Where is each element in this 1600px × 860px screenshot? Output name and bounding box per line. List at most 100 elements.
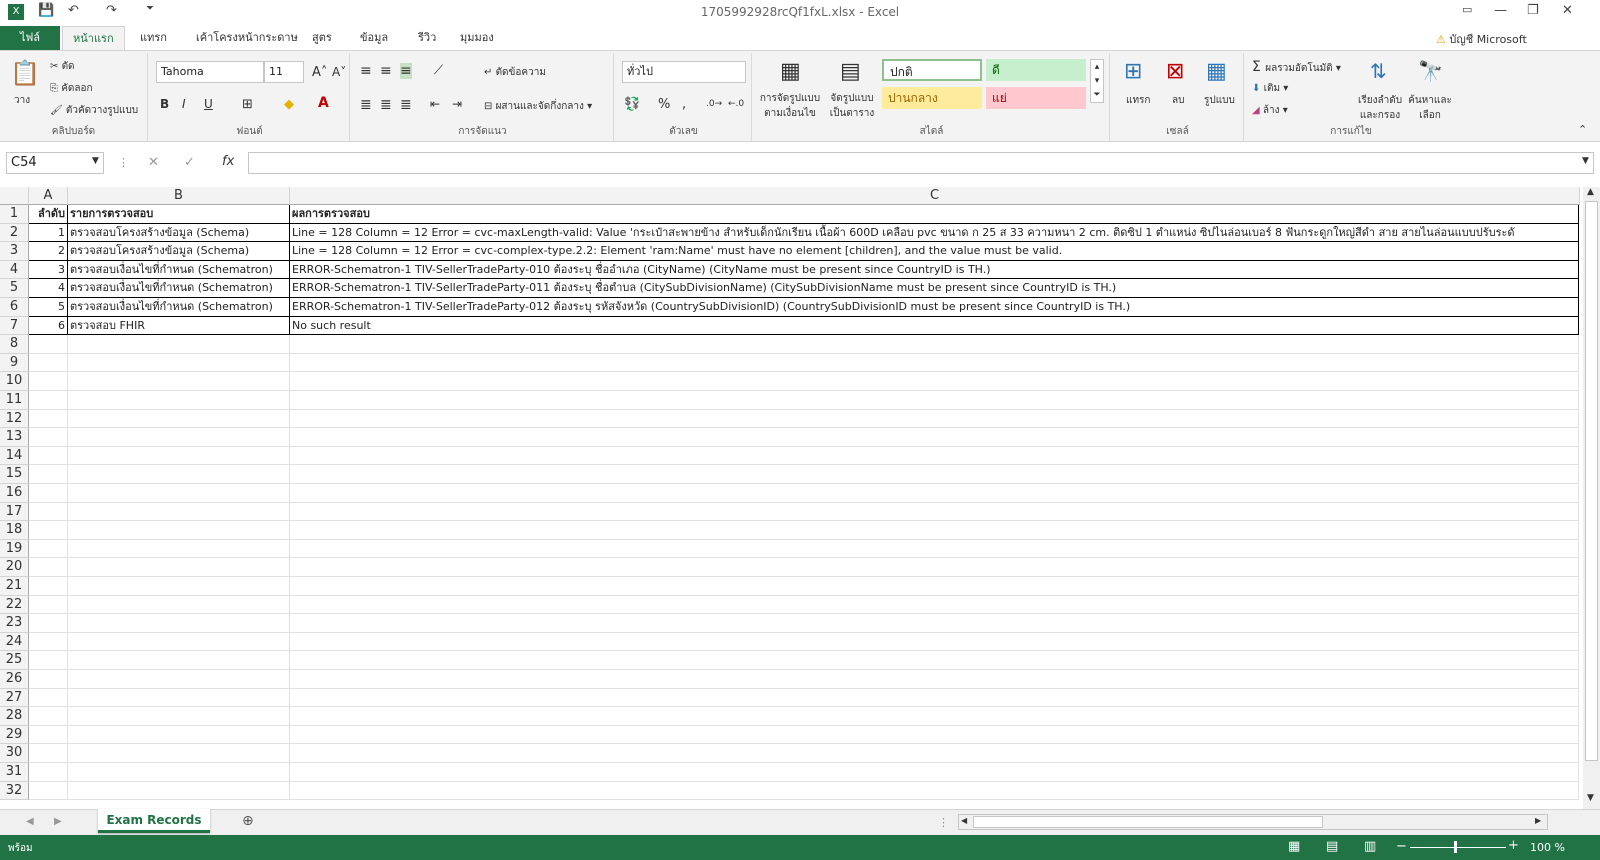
table-row[interactable] [29, 558, 1579, 577]
page-layout-view-icon[interactable]: ▤ [1326, 839, 1338, 854]
cell-b[interactable] [68, 446, 290, 465]
select-all-corner[interactable] [0, 187, 29, 205]
cell-b[interactable] [68, 335, 290, 354]
row-header[interactable]: 6 [0, 298, 29, 317]
row-header[interactable]: 29 [0, 725, 29, 745]
cell-a[interactable]: 1 [29, 223, 68, 242]
insert-cells-icon[interactable]: ⊞ [1124, 59, 1142, 84]
horizontal-scrollbar[interactable]: ◀ ▶ [958, 814, 1548, 830]
cell-c[interactable] [290, 614, 1579, 633]
table-row[interactable] [29, 763, 1579, 782]
table-row[interactable] [29, 577, 1579, 596]
insert-cells-button[interactable]: แทรก [1126, 93, 1150, 108]
copy-button[interactable]: ⎘ คัดลอก [50, 81, 93, 96]
row-header[interactable]: 11 [0, 391, 29, 410]
clear-button[interactable]: ◢ ล้าง ▾ [1252, 103, 1288, 118]
sheet-tab-exam-records[interactable]: Exam Records [98, 809, 210, 833]
table-row[interactable] [29, 744, 1579, 763]
italic-button[interactable]: I [182, 97, 186, 111]
row-header[interactable]: 28 [0, 707, 29, 726]
find-select-button[interactable]: ค้นหาและเลือก [1406, 93, 1454, 123]
zoom-out-icon[interactable]: − [1396, 839, 1407, 854]
table-row[interactable] [29, 539, 1579, 559]
cell-c[interactable] [290, 725, 1579, 744]
cell-b[interactable] [68, 372, 290, 391]
cell-c[interactable]: Line = 128 Column = 12 Error = cvc-compl… [290, 242, 1579, 261]
cell-b[interactable]: ตรวจสอบเงื่อนไขที่กำหนด (Schematron) [68, 260, 290, 279]
decrease-font-icon[interactable]: A˅ [332, 65, 346, 79]
table-row[interactable] [29, 670, 1579, 689]
currency-icon[interactable]: 💱 [624, 97, 640, 112]
table-row[interactable] [29, 651, 1579, 670]
table-row[interactable]: 4 ตรวจสอบเงื่อนไขที่กำหนด (Schematron) E… [29, 279, 1579, 298]
cell-a[interactable] [29, 707, 68, 726]
cell-b[interactable] [68, 539, 290, 558]
cell-c[interactable] [290, 632, 1579, 651]
cell-a[interactable] [29, 465, 68, 484]
add-sheet-icon[interactable]: ⊕ [242, 813, 254, 829]
font-color-icon[interactable]: A [318, 95, 329, 111]
row-header[interactable]: 5 [0, 279, 29, 298]
cell-c[interactable]: ERROR-Schematron-1 TIV-SellerTradeParty-… [290, 260, 1579, 279]
row-header[interactable]: 16 [0, 484, 29, 503]
row-header[interactable]: 4 [0, 260, 29, 280]
cell-a[interactable] [29, 558, 68, 577]
table-row[interactable]: 5 ตรวจสอบเงื่อนไขที่กำหนด (Schematron) E… [29, 298, 1579, 317]
table-row[interactable] [29, 409, 1579, 429]
decrease-decimal-icon[interactable]: ←.0 [728, 99, 744, 109]
minimize-icon[interactable]: — [1494, 3, 1507, 21]
cell-a[interactable] [29, 577, 68, 595]
row-header[interactable]: 12 [0, 409, 29, 429]
cell-b[interactable] [68, 465, 290, 484]
cell-c[interactable] [290, 595, 1579, 614]
vertical-scroll-thumb[interactable] [1585, 201, 1598, 761]
comma-button[interactable]: , [682, 97, 686, 112]
cell-b[interactable] [68, 670, 290, 688]
cell-b[interactable] [68, 558, 290, 577]
style-good[interactable]: ดี [986, 59, 1086, 81]
font-name-select[interactable]: Tahoma [156, 61, 264, 83]
scroll-left-icon[interactable]: ◀ [961, 816, 967, 825]
cell-c[interactable] [290, 428, 1579, 447]
fill-color-icon[interactable]: ◆ [284, 97, 294, 112]
table-row[interactable] [29, 781, 1579, 801]
bold-button[interactable]: B [160, 97, 169, 111]
tab-review[interactable]: รีวิว [408, 26, 446, 50]
underline-button[interactable]: U [204, 97, 213, 111]
cell-b[interactable] [68, 595, 290, 614]
cell-c[interactable] [290, 521, 1579, 540]
cell-b[interactable] [68, 428, 290, 447]
cell-c[interactable]: ผลการตรวจสอบ [290, 205, 1579, 223]
cell-c[interactable] [290, 353, 1579, 372]
cell-a[interactable]: 6 [29, 316, 68, 335]
cell-c[interactable] [290, 335, 1579, 354]
row-header[interactable]: 22 [0, 595, 29, 615]
cell-b[interactable] [68, 391, 290, 409]
cell-b[interactable] [68, 353, 290, 372]
cell-c[interactable] [290, 502, 1579, 521]
style-neutral[interactable]: ปานกลาง [882, 87, 982, 109]
name-box-dropdown-icon[interactable]: ▼ [92, 156, 99, 166]
cell-a[interactable] [29, 744, 68, 763]
column-header-b[interactable]: B [68, 187, 290, 205]
normal-view-icon[interactable]: ▦ [1288, 839, 1300, 854]
tab-home[interactable]: หน้าแรก [62, 26, 125, 50]
table-row[interactable]: 1 ตรวจสอบโครงสร้างข้อมูล (Schema) Line =… [29, 223, 1579, 243]
format-cells-icon[interactable]: ▦ [1206, 59, 1227, 84]
row-header[interactable]: 18 [0, 521, 29, 540]
tab-insert[interactable]: แทรก [130, 26, 177, 50]
cell-a[interactable] [29, 353, 68, 372]
cell-b[interactable] [68, 521, 290, 540]
style-normal[interactable]: ปกติ [882, 59, 982, 81]
align-bottom-icon[interactable]: ≡ [400, 63, 412, 79]
row-header[interactable]: 24 [0, 632, 29, 652]
cell-a[interactable] [29, 428, 68, 447]
account-label[interactable]: บัญชี Microsoft [1449, 33, 1526, 46]
row-header[interactable]: 19 [0, 539, 29, 559]
table-row[interactable] [29, 595, 1579, 615]
row-header[interactable]: 31 [0, 763, 29, 782]
cell-a[interactable] [29, 335, 68, 354]
cell-c[interactable] [290, 707, 1579, 726]
page-break-view-icon[interactable]: ▥ [1364, 839, 1376, 854]
align-center-icon[interactable]: ≣ [380, 97, 392, 113]
